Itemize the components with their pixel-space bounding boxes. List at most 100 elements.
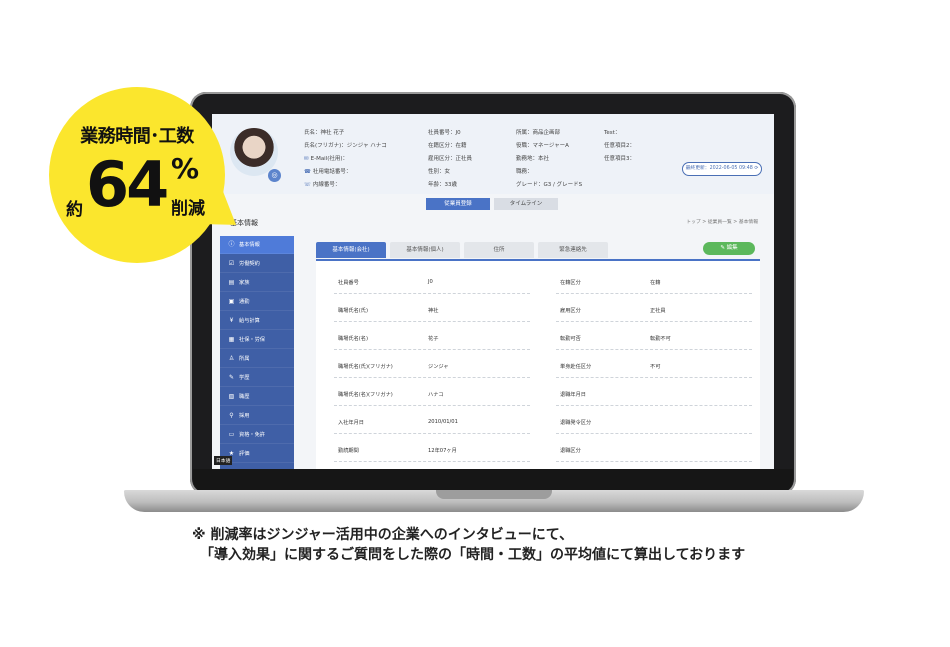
profile-kana: 氏名(フリガナ)：ジンジャ ハナコ xyxy=(304,143,387,149)
field-value: 転勤不可 xyxy=(650,336,671,342)
updated-badge[interactable]: 最終更新：2022-06-05 09:48 ⟳ xyxy=(682,162,762,176)
field-label: 転勤可否 xyxy=(560,336,581,342)
profile-name: 氏名：神社 花子 xyxy=(304,130,345,136)
sidebar-item-label: 評価 xyxy=(239,451,250,457)
field-label: 職場氏名(氏)(フリガナ) xyxy=(338,364,393,370)
license-icon: ▭ xyxy=(228,431,235,438)
sidebar-item-insurance[interactable]: ▦ 社保・労保 xyxy=(220,331,294,349)
career-icon: ▧ xyxy=(228,393,235,400)
tab-employee-register[interactable]: 従業員登録 xyxy=(426,198,490,210)
profile-location: 勤務地：本社 xyxy=(516,156,550,162)
sidebar-item-education[interactable]: ✎ 学歴 xyxy=(220,369,294,387)
yen-icon: ¥ xyxy=(229,317,234,324)
avatar-edit-icon[interactable]: ◎ xyxy=(268,169,281,182)
field-value: J0 xyxy=(428,279,433,285)
divider xyxy=(556,433,752,434)
field-value: 12年07ヶ月 xyxy=(428,448,457,454)
profile-dept: 所属：商品企画部 xyxy=(516,130,561,136)
language-switch[interactable]: 日本語 xyxy=(214,456,233,465)
callout-number: 64 xyxy=(86,148,169,221)
profile-test: Test： xyxy=(604,130,621,136)
sidebar-item-payroll[interactable]: ¥ 給与計算 xyxy=(220,312,294,330)
table-row: 勤続期間 12年07ヶ月 退職区分 xyxy=(316,435,760,463)
field-label: 職場氏名(名)(フリガナ) xyxy=(338,392,393,398)
train-icon: ▣ xyxy=(228,298,235,305)
divider xyxy=(334,405,530,406)
app-screen: ◎ 氏名：神社 花子 氏名(フリガナ)：ジンジャ ハナコ ✉ E-Mail(社用)… xyxy=(212,114,774,469)
footnote-line2: 「導入効果」に関するご質問をした際の「時間・工数」の平均値にて算出しております xyxy=(200,547,746,563)
profile-emp-no: 社員番号：J0 xyxy=(428,130,461,136)
phone-icon: ☏ xyxy=(304,182,311,188)
divider xyxy=(334,321,530,322)
phone-icon: ☎ xyxy=(304,169,311,175)
table-row: 入社年月日 2010/01/01 退職発令区分 xyxy=(316,407,760,435)
sidebar-item-recruit[interactable]: ⚲ 採用 xyxy=(220,407,294,425)
divider xyxy=(334,433,530,434)
profile-gender: 性別：女 xyxy=(428,169,451,175)
graduation-icon: ✎ xyxy=(228,374,235,381)
tab-emergency[interactable]: 緊急連絡先 xyxy=(538,242,608,258)
breadcrumb[interactable]: トップ > 従業員一覧 > 基本情報 xyxy=(686,218,758,225)
profile-phone: ☎ 社用電話番号： xyxy=(304,167,351,175)
table-row: 職場氏名(名)(フリガナ) ハナコ 退職年月日 xyxy=(316,379,760,407)
profile-email: ✉ E-Mail(社用)： xyxy=(304,154,348,162)
family-icon: ▤ xyxy=(228,279,235,286)
footnote-line1: ※ 削減率はジンジャー活用中の企業へのインタビューにて、 xyxy=(192,527,574,543)
table-row: 職場氏名(名) 花子 転勤可否 転勤不可 xyxy=(316,323,760,351)
profile-email-label: E-Mail(社用)： xyxy=(310,156,349,162)
contract-icon: ☑ xyxy=(228,260,235,267)
tab-basic-personal[interactable]: 基本情報(個人) xyxy=(390,242,460,258)
divider xyxy=(556,377,752,378)
profile-grade: グレード：G3 / グレードS xyxy=(516,182,583,188)
field-label: 退職区分 xyxy=(560,448,581,454)
divider xyxy=(556,293,752,294)
field-value: 神社 xyxy=(428,308,439,314)
profile-age: 年齢：33歳 xyxy=(428,182,457,188)
table-row: 職場氏名(氏)(フリガナ) ジンジャ 単身赴任区分 不可 xyxy=(316,351,760,379)
laptop-notch xyxy=(436,490,552,499)
field-value: ハナコ xyxy=(428,392,444,398)
sidebar-item-dept[interactable]: ♙ 所属 xyxy=(220,350,294,368)
sidebar-item-commute[interactable]: ▣ 通勤 xyxy=(220,293,294,311)
callout-percent: % xyxy=(171,152,200,185)
divider xyxy=(334,349,530,350)
sidebar-item-label: 通勤 xyxy=(239,299,250,305)
divider xyxy=(556,321,752,322)
profile-emp-type: 雇用区分：正社員 xyxy=(428,156,473,162)
profile-free3: 任意項目3： xyxy=(604,156,635,162)
edit-button[interactable]: ✎ 編集 xyxy=(703,242,755,255)
field-value: 不可 xyxy=(650,364,661,370)
profile-phone-label: 社用電話番号： xyxy=(312,169,352,175)
field-label: 職場氏名(氏) xyxy=(338,308,368,314)
info-table: 社員番号 J0 在籍区分 在籍 職場氏名(氏) 神社 雇用区分 正社員 職場氏名… xyxy=(316,261,760,469)
sidebar-item-career[interactable]: ▧ 職歴 xyxy=(220,388,294,406)
sidebar-item-label: 資格・免許 xyxy=(239,432,265,438)
divider xyxy=(334,293,530,294)
sidebar-item-license[interactable]: ▭ 資格・免許 xyxy=(220,426,294,444)
field-value: 正社員 xyxy=(650,308,666,314)
sidebar-item-basic[interactable]: ⓘ 基本情報 xyxy=(220,236,294,254)
tab-timeline[interactable]: タイムライン xyxy=(494,198,558,210)
mail-icon: ✉ xyxy=(304,156,309,162)
field-label: 勤続期間 xyxy=(338,448,359,454)
profile-free2: 任意項目2： xyxy=(604,143,635,149)
divider xyxy=(556,461,752,462)
tab-address[interactable]: 住所 xyxy=(464,242,534,258)
org-icon: ♙ xyxy=(228,355,235,362)
sidebar-item-label: 職歴 xyxy=(239,394,250,400)
profile-role: 役職：マネージャーA xyxy=(516,143,569,149)
field-value: 2010/01/01 xyxy=(428,419,458,425)
field-label: 社員番号 xyxy=(338,280,359,286)
tab-basic-company[interactable]: 基本情報(会社) xyxy=(316,242,386,258)
callout-suffix: 削減 xyxy=(171,199,205,219)
callout-heading: 業務時間･工数 xyxy=(80,126,194,147)
field-label: 雇用区分 xyxy=(560,308,581,314)
field-value: 花子 xyxy=(428,336,439,342)
table-row: 職場氏名(氏) 神社 雇用区分 正社員 xyxy=(316,295,760,323)
profile-job: 職務： xyxy=(516,169,533,175)
sidebar-item-label: 学歴 xyxy=(239,375,250,381)
field-label: 退職年月日 xyxy=(560,392,586,398)
sidebar-item-family[interactable]: ▤ 家族 xyxy=(220,274,294,292)
sidebar-item-contract[interactable]: ☑ 労働契約 xyxy=(220,255,294,273)
field-label: 職場氏名(名) xyxy=(338,336,368,342)
